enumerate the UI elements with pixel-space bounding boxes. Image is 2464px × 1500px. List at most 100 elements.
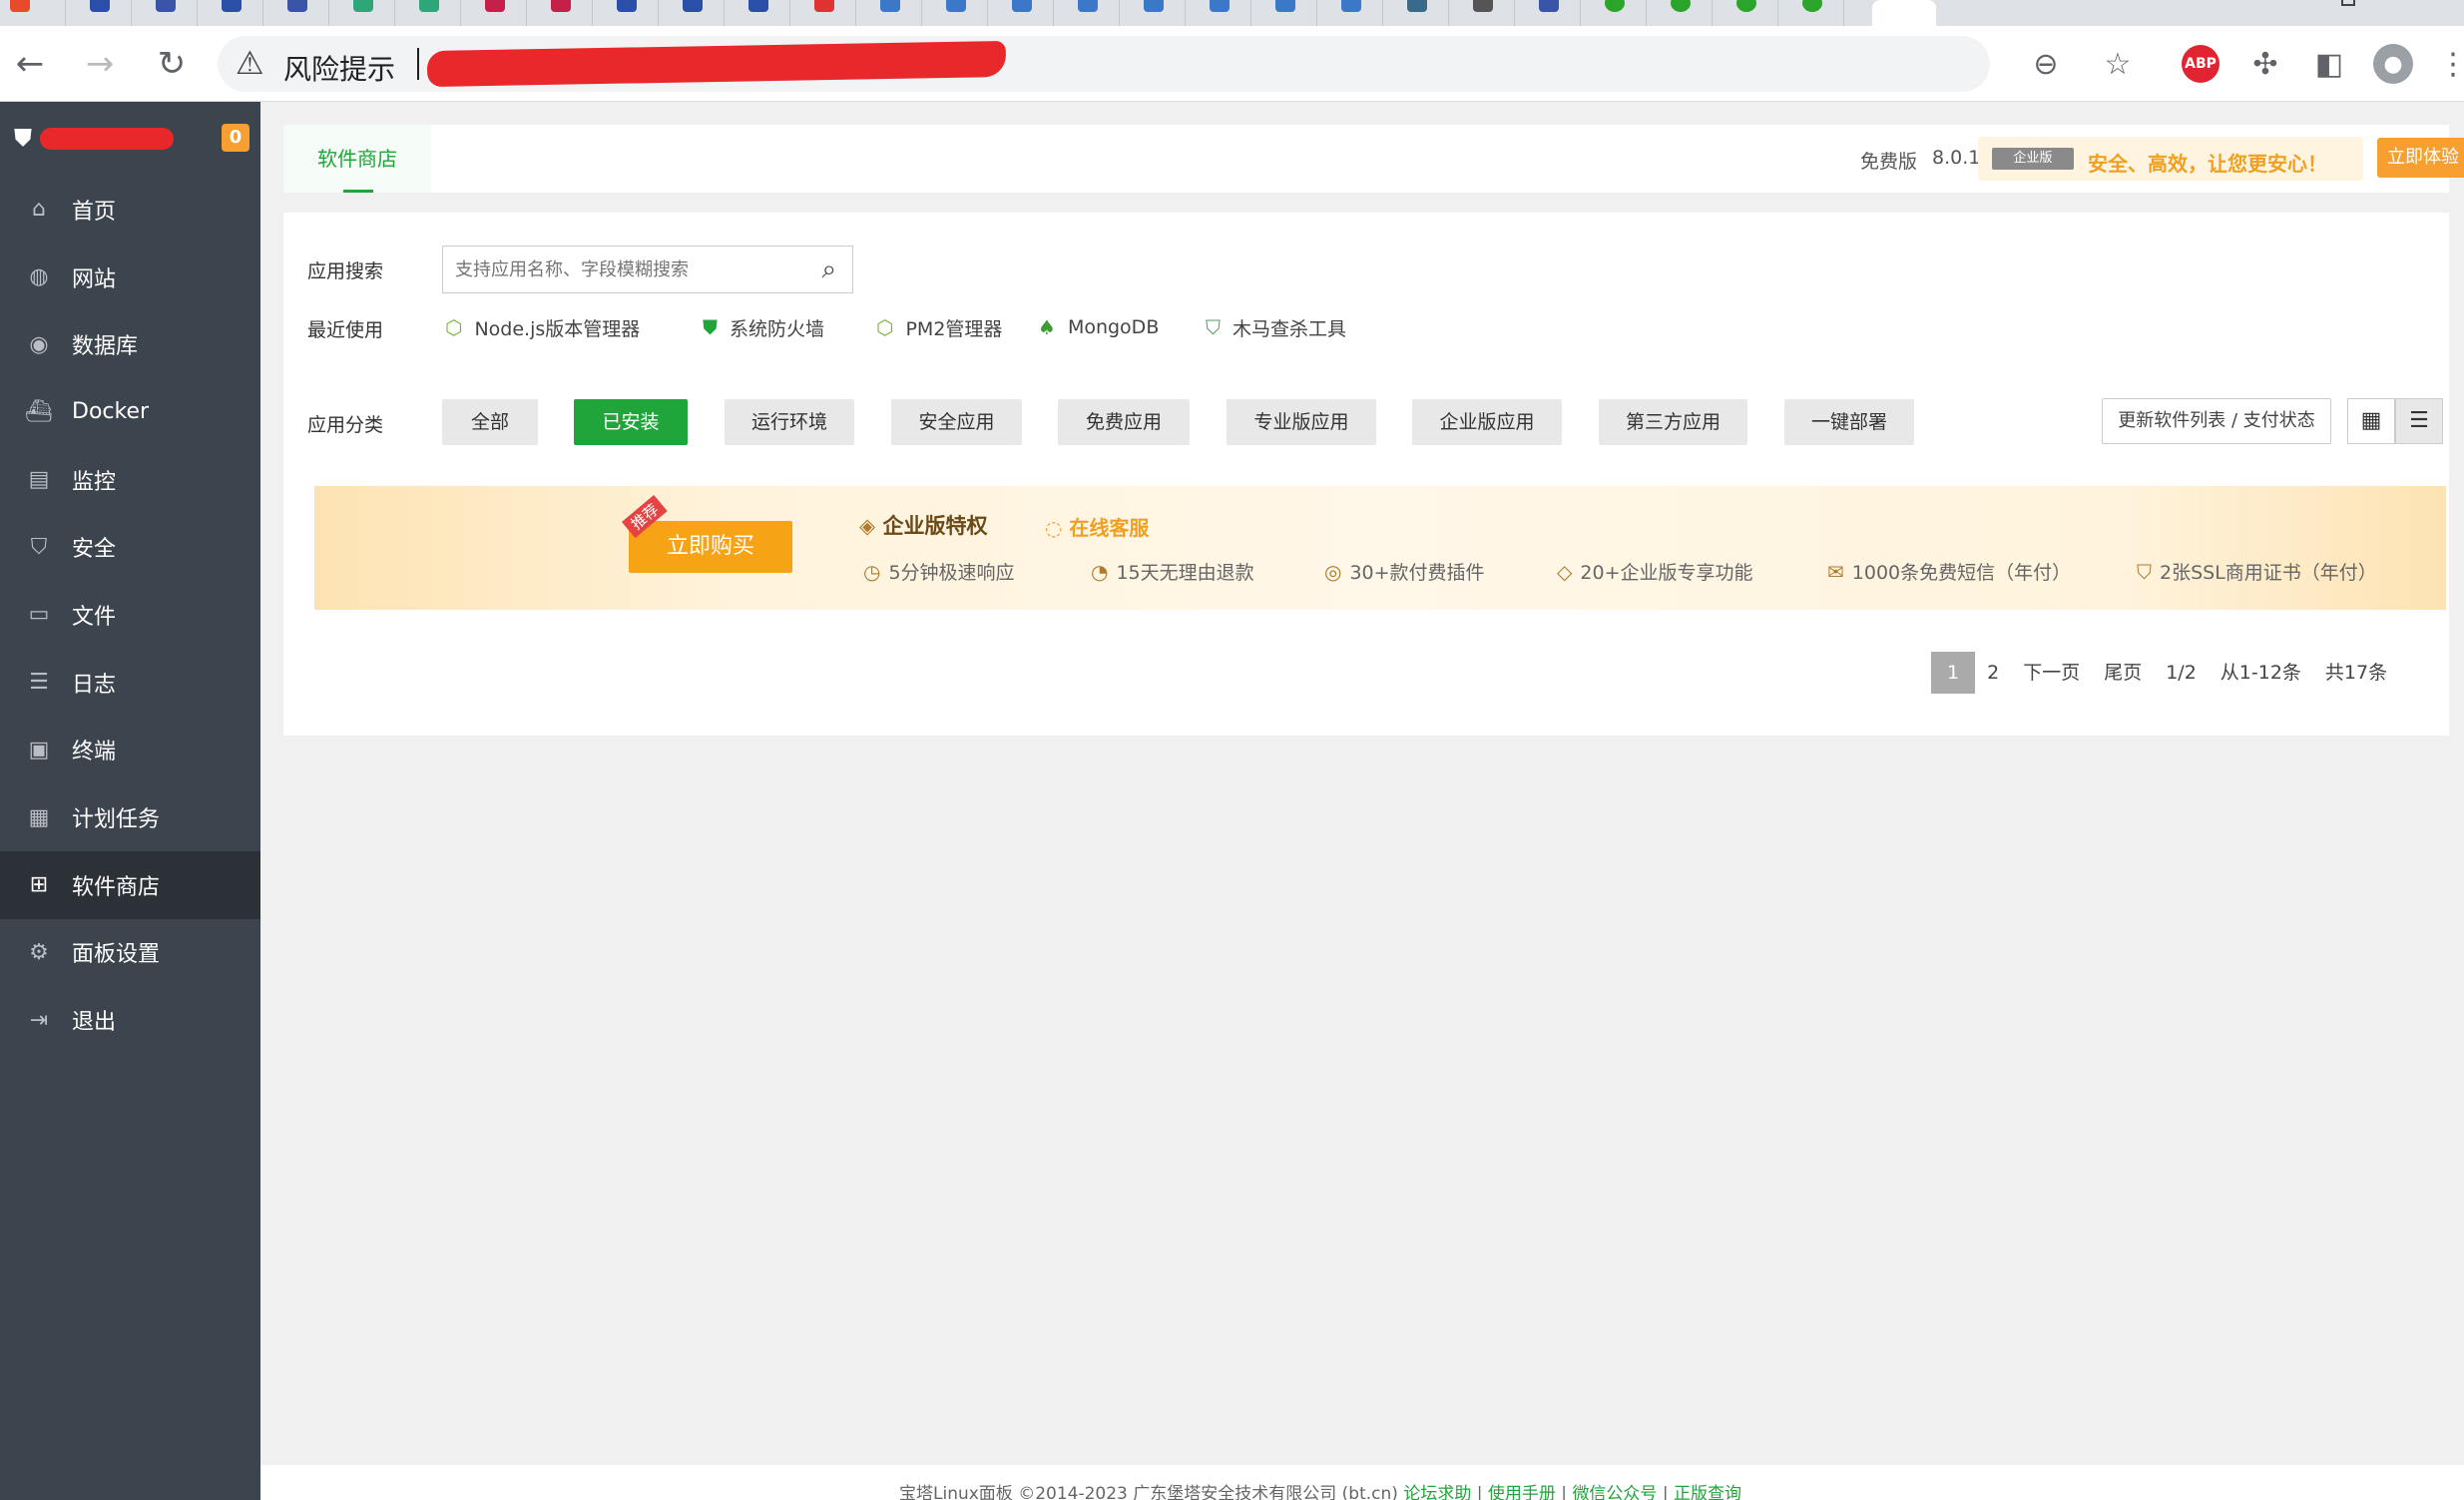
category-one-click[interactable]: 一键部署 — [1784, 399, 1914, 445]
sidebar-item-home[interactable]: ⌂ 首页 — [0, 176, 260, 244]
footer-link-wechat[interactable]: 微信公众号 — [1572, 1484, 1657, 1500]
browser-tab[interactable] — [1186, 0, 1251, 26]
category-pro[interactable]: 专业版应用 — [1227, 399, 1376, 445]
grid-view-icon[interactable]: ▦ — [2347, 398, 2395, 444]
browser-tab[interactable] — [725, 0, 790, 26]
recent-item-mongodb[interactable]: ♠ MongoDB — [1038, 312, 1159, 342]
try-now-button[interactable]: 立即体验 — [2377, 138, 2464, 178]
window-restore-icon[interactable] — [2341, 0, 2355, 6]
side-panel-icon[interactable]: ◧ — [2309, 44, 2349, 84]
browser-tab[interactable] — [527, 0, 593, 26]
sidebar-item-app-store[interactable]: ⊞ 软件商店 — [0, 850, 260, 919]
footer-link-verify[interactable]: 正版查询 — [1674, 1484, 1741, 1500]
sidebar-item-monitor[interactable]: ▤ 监控 — [0, 446, 260, 514]
reload-icon[interactable]: ↻ — [148, 40, 196, 88]
feature-item: ◷ 5分钟极速响应 — [863, 560, 1015, 584]
browser-tab[interactable] — [263, 0, 329, 26]
profile-avatar-icon[interactable]: ● — [2373, 44, 2413, 84]
browser-tab[interactable] — [1054, 0, 1120, 26]
browser-menu-icon[interactable]: ⋮ — [2433, 44, 2464, 84]
online-service-link[interactable]: ◌ 在线客服 — [1045, 512, 1149, 541]
sidebar-item-database[interactable]: ◉ 数据库 — [0, 310, 260, 378]
gem-icon: ◇ — [1557, 560, 1573, 584]
browser-tab[interactable] — [1449, 0, 1515, 26]
pagination: 1 2 下一页 尾页 1/2 从1-12条 共17条 — [1931, 652, 2399, 694]
recent-item-firewall[interactable]: ⛊ 系统防火墙 — [703, 312, 824, 342]
browser-tab[interactable] — [1581, 0, 1647, 26]
browser-tab[interactable] — [1317, 0, 1383, 26]
browser-tab[interactable] — [395, 0, 461, 26]
footer: 宝塔Linux面板 ©2014-2023 广东堡塔安全技术有限公司 (bt.cn… — [260, 1465, 2464, 1500]
sidebar-item-label: 终端 — [72, 740, 117, 765]
browser-toolbar: ← → ↻ ⚠ 风险提示 ⊖ ☆ ABP ✣ ◧ ● ⋮ — [0, 26, 2464, 102]
category-all[interactable]: 全部 — [442, 399, 538, 445]
bookmark-star-icon[interactable]: ☆ — [2098, 44, 2138, 84]
browser-tab[interactable] — [659, 0, 725, 26]
zoom-out-icon[interactable]: ⊖ — [2026, 44, 2066, 84]
update-list-button[interactable]: 更新软件列表 / 支付状态 — [2102, 398, 2331, 444]
footer-link-manual[interactable]: 使用手册 — [1488, 1484, 1556, 1500]
extensions-icon[interactable]: ✣ — [2245, 44, 2285, 84]
notification-badge[interactable]: 0 — [222, 124, 249, 152]
browser-tab[interactable] — [1383, 0, 1449, 26]
browser-tab[interactable] — [329, 0, 395, 26]
browser-tab[interactable] — [1120, 0, 1186, 26]
sidebar-item-website[interactable]: ◍ 网站 — [0, 244, 260, 311]
category-free[interactable]: 免费应用 — [1058, 399, 1190, 445]
browser-tab[interactable] — [132, 0, 198, 26]
browser-tab[interactable] — [856, 0, 922, 26]
adblock-icon[interactable]: ABP — [2182, 45, 2219, 83]
sidebar-item-security[interactable]: ⛉ 安全 — [0, 513, 260, 581]
category-enterprise[interactable]: 企业版应用 — [1412, 399, 1562, 445]
sidebar-item-files[interactable]: ▭ 文件 — [0, 581, 260, 649]
browser-tab[interactable] — [593, 0, 659, 26]
security-warning[interactable]: 风险提示 — [283, 48, 395, 88]
category-runtime[interactable]: 运行环境 — [725, 399, 854, 445]
category-installed[interactable]: 已安装 — [574, 399, 688, 445]
buy-now-button[interactable]: 立即购买 — [629, 521, 792, 573]
category-security[interactable]: 安全应用 — [891, 399, 1022, 445]
footer-link-forum[interactable]: 论坛求助 — [1403, 1484, 1471, 1500]
enterprise-promo[interactable]: 企业版 安全、高效，让您更安心！ — [1978, 137, 2363, 181]
browser-tab-active[interactable] — [1872, 0, 1936, 26]
browser-tab[interactable] — [790, 0, 856, 26]
browser-tab[interactable] — [66, 0, 132, 26]
sidebar-brand[interactable]: ⛊ 0 — [0, 102, 260, 176]
forward-icon[interactable]: → — [76, 40, 124, 88]
sidebar-item-settings[interactable]: ⚙ 面板设置 — [0, 919, 260, 987]
sidebar-item-logs[interactable]: ☰ 日志 — [0, 649, 260, 717]
sidebar-item-terminal[interactable]: ▣ 终端 — [0, 717, 260, 784]
search-input[interactable] — [455, 256, 794, 282]
tab-app-store[interactable]: 软件商店 — [283, 125, 431, 193]
browser-tab[interactable] — [461, 0, 527, 26]
category-third-party[interactable]: 第三方应用 — [1599, 399, 1747, 445]
browser-tab[interactable] — [922, 0, 988, 26]
page-current[interactable]: 1 — [1931, 652, 1976, 694]
browser-tab[interactable] — [1251, 0, 1317, 26]
page-2[interactable]: 2 — [1975, 652, 2011, 694]
back-icon[interactable]: ← — [6, 40, 54, 88]
search-label: 应用搜索 — [307, 260, 384, 282]
page-next[interactable]: 下一页 — [2011, 652, 2092, 694]
search-box[interactable]: ⌕ — [442, 246, 853, 293]
page-last[interactable]: 尾页 — [2092, 652, 2154, 694]
sidebar-item-docker[interactable]: ⛴ Docker — [0, 378, 260, 446]
browser-tab[interactable] — [988, 0, 1054, 26]
browser-tab[interactable] — [0, 0, 66, 26]
list-view-icon[interactable]: ☰ — [2395, 398, 2443, 444]
browser-tab[interactable] — [1647, 0, 1713, 26]
address-bar[interactable]: ⚠ 风险提示 — [218, 36, 1990, 92]
browser-tab[interactable] — [198, 0, 263, 26]
browser-tab[interactable] — [1778, 0, 1844, 26]
warning-icon[interactable]: ⚠ — [236, 44, 264, 82]
sidebar-item-logout[interactable]: ⇥ 退出 — [0, 986, 260, 1054]
sidebar-item-cron[interactable]: ▦ 计划任务 — [0, 783, 260, 851]
browser-tab[interactable] — [1515, 0, 1581, 26]
browser-tab[interactable] — [1713, 0, 1778, 26]
monitor-icon: ▤ — [28, 467, 50, 493]
hostname-redaction — [40, 128, 174, 150]
search-icon[interactable]: ⌕ — [821, 254, 836, 285]
recent-item-nodejs[interactable]: ⬡ Node.js版本管理器 — [445, 312, 640, 342]
recent-item-trojan-scanner[interactable]: ⛉ 木马查杀工具 — [1206, 312, 1346, 342]
recent-item-pm2[interactable]: ⬡ PM2管理器 — [876, 312, 1002, 342]
